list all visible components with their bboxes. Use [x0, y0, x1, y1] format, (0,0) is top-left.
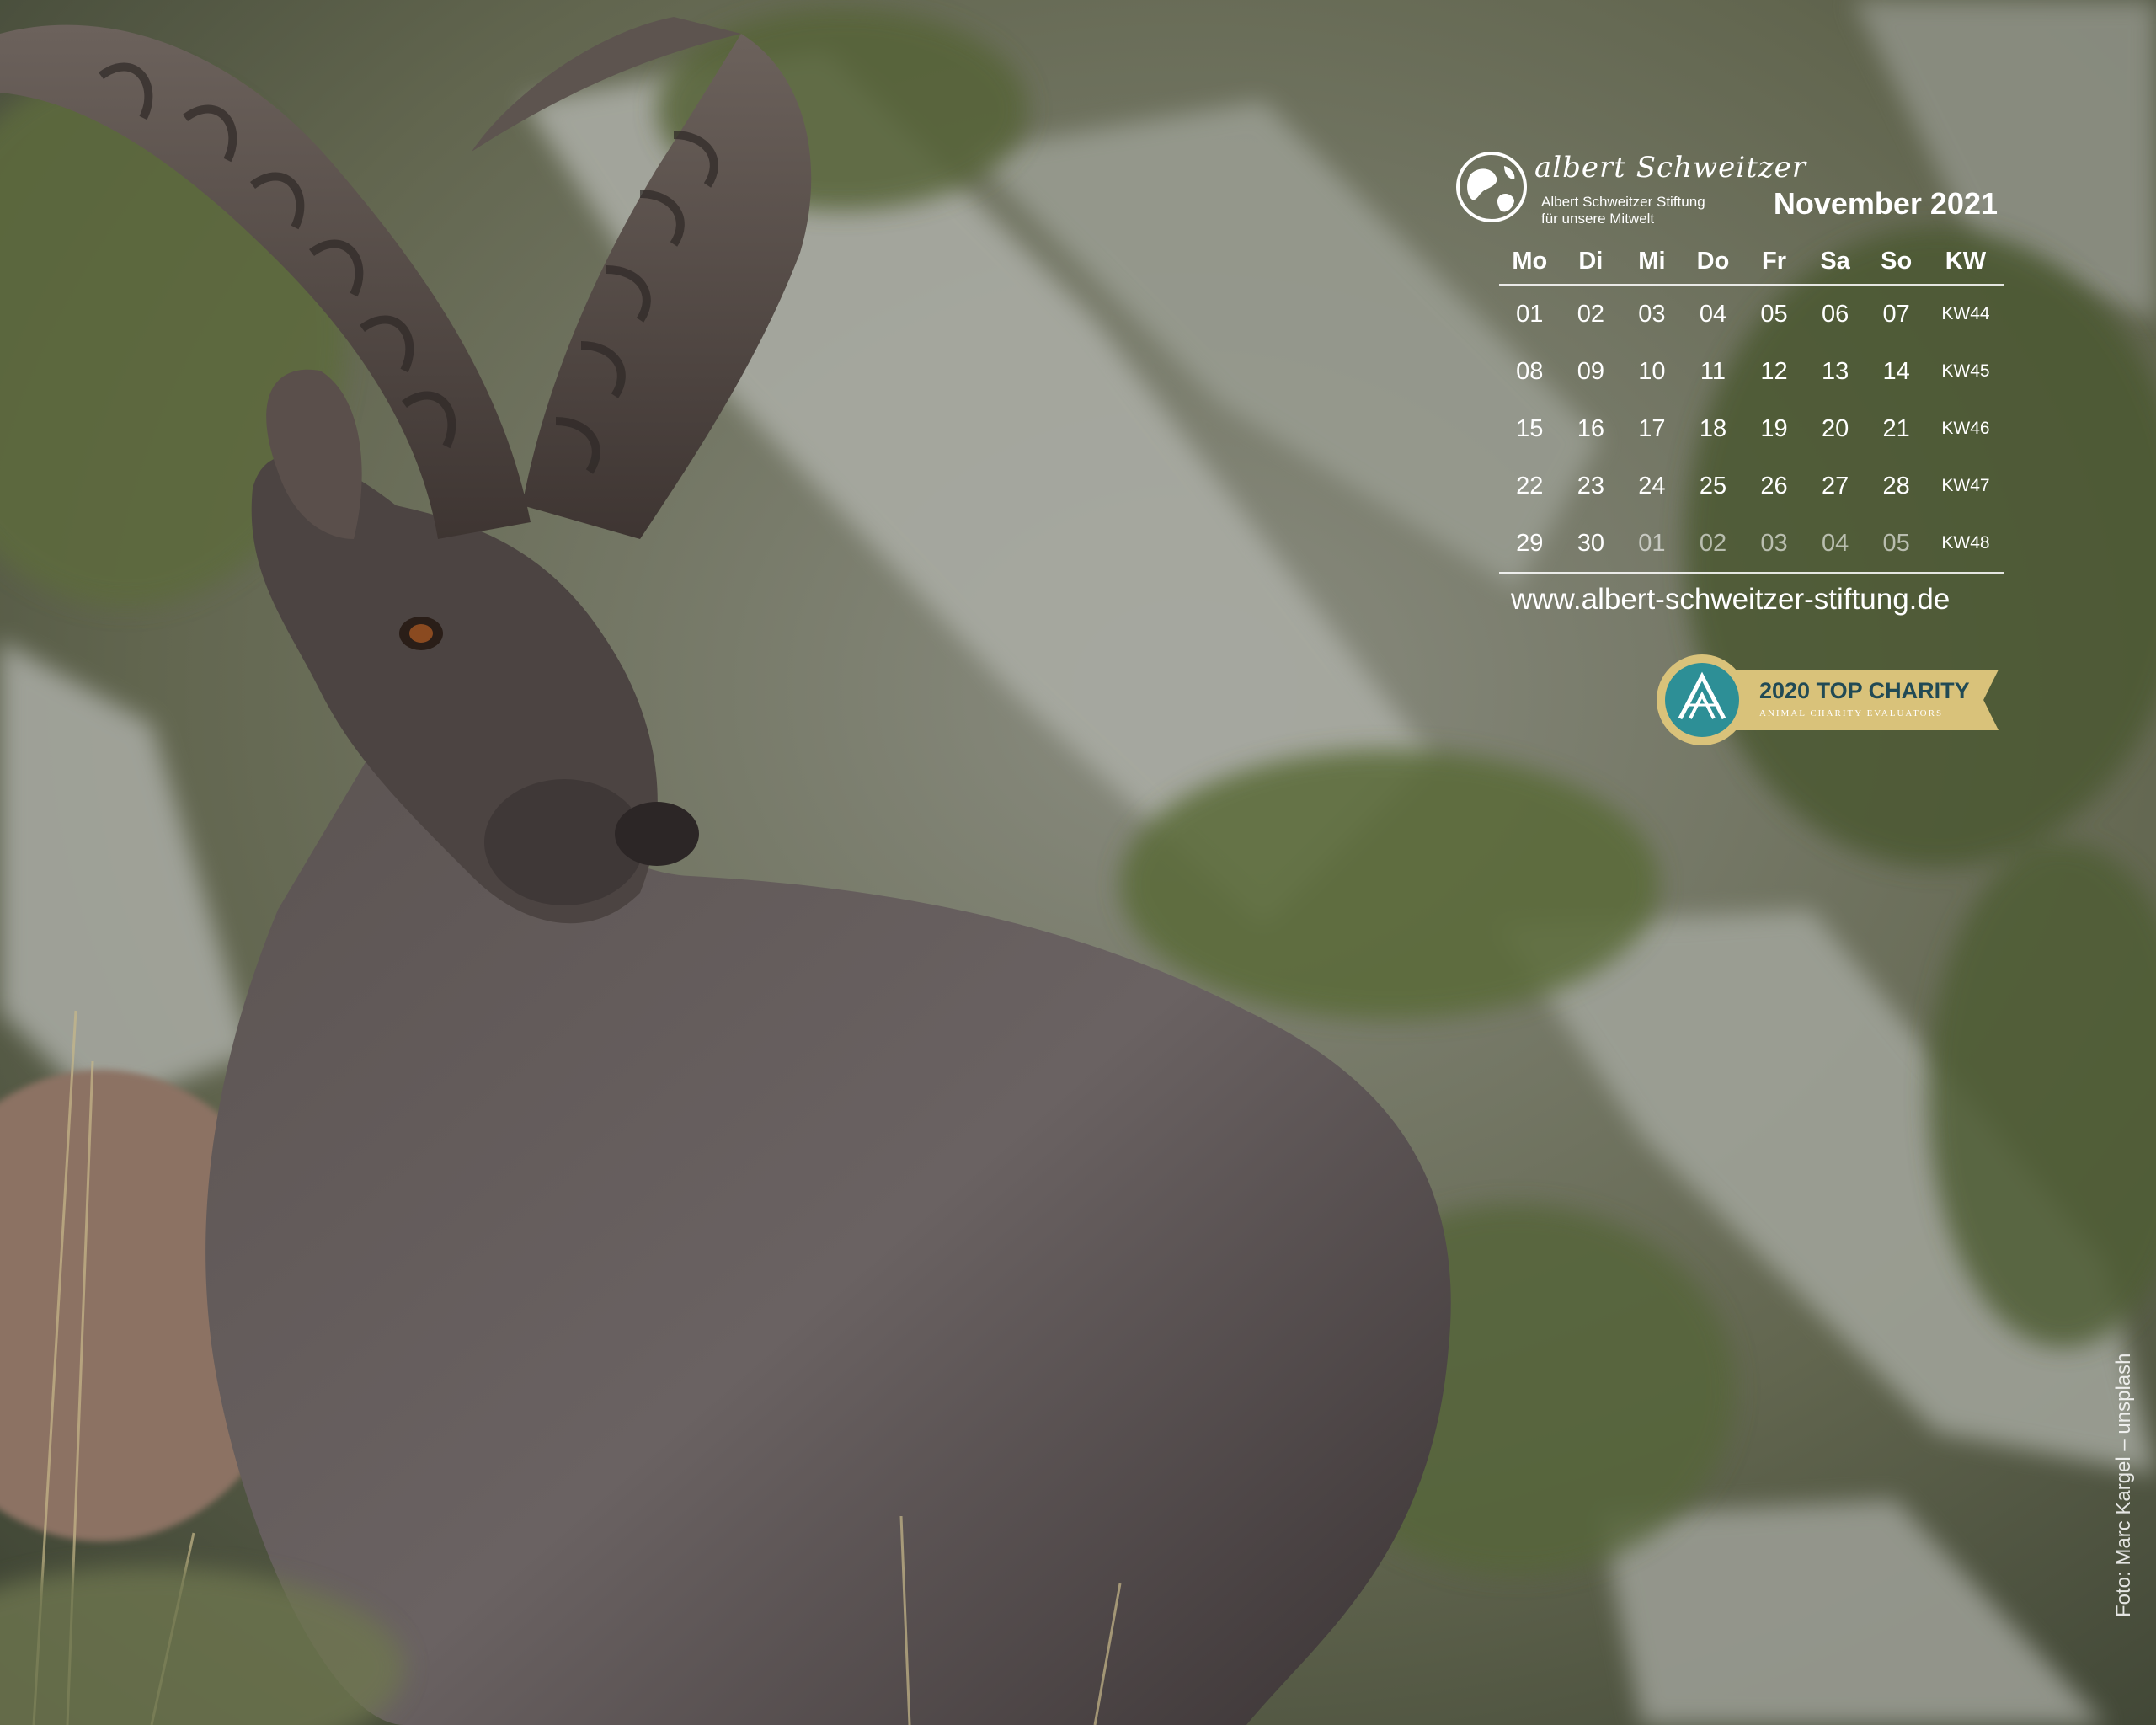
calendar-day: 07 — [1882, 300, 1910, 328]
calendar-grid: Mo Di Mi Do Fr Sa So KW 01 02 03 04 05 06 07 KW… — [1499, 238, 2004, 574]
badge-title: 2020 TOP CHARITY — [1759, 678, 1970, 703]
globe-icon — [1456, 152, 1527, 222]
calendar-week-row: 01 02 03 04 05 06 07 KW44 — [1499, 285, 2004, 343]
calendar-day: 12 — [1760, 357, 1788, 385]
calendar-day: 06 — [1821, 300, 1849, 328]
calendar-day: 10 — [1638, 357, 1666, 385]
desktop-wallpaper: albert Schweitzer Albert Schweitzer Stif… — [0, 0, 2156, 1725]
ace-logo-icon — [1657, 654, 1748, 745]
logo-tagline-text: für unsere Mitwelt — [1541, 211, 1655, 227]
badge-subtitle: ANIMAL CHARITY EVALUATORS — [1759, 708, 1944, 718]
month-title: November 2021 — [1773, 186, 1998, 221]
calendar-day: 17 — [1638, 414, 1666, 442]
calendar-day: 08 — [1516, 357, 1544, 385]
calendar-day: 30 — [1560, 515, 1622, 574]
calendar-day: 01 — [1516, 300, 1544, 328]
calendar-day: 21 — [1882, 414, 1910, 442]
top-charity-badge: 2020 TOP CHARITY ANIMAL CHARITY EVALUATO… — [1655, 653, 2009, 750]
calendar-day: 16 — [1577, 414, 1604, 442]
weekday-header: Do — [1682, 238, 1744, 286]
calendar-day: 09 — [1577, 357, 1604, 385]
weekday-header: Fr — [1743, 238, 1805, 286]
weekday-header: Sa — [1804, 238, 1866, 286]
calendar-day: 27 — [1821, 472, 1849, 499]
calendar-day: 05 — [1760, 300, 1788, 328]
week-number: KW45 — [1941, 361, 1990, 381]
week-number: KW48 — [1926, 515, 2004, 574]
calendar-day: 02 — [1577, 300, 1604, 328]
calendar-day: 04 — [1699, 300, 1727, 328]
calendar-day: 22 — [1516, 472, 1544, 499]
calendar-week-row: 29 30 01 02 03 04 05 KW48 — [1499, 515, 2004, 574]
weekday-header: Di — [1560, 238, 1622, 286]
calendar-day: 19 — [1760, 414, 1788, 442]
week-number: KW46 — [1941, 419, 1990, 438]
week-number-header: KW — [1926, 238, 2004, 286]
calendar-day: 04 — [1804, 515, 1866, 574]
calendar-day: 28 — [1882, 472, 1910, 499]
calendar-day: 14 — [1882, 357, 1910, 385]
calendar-day: 11 — [1700, 357, 1726, 385]
calendar-day: 23 — [1577, 472, 1604, 499]
calendar-day: 02 — [1682, 515, 1744, 574]
calendar-day: 05 — [1865, 515, 1927, 574]
calendar-day: 18 — [1699, 414, 1727, 442]
calendar-week-row: 08 09 10 11 12 13 14 KW45 — [1499, 343, 2004, 400]
calendar-day: 29 — [1499, 515, 1561, 574]
foundation-logo: albert Schweitzer Albert Schweitzer Stif… — [1454, 149, 1806, 227]
week-number: KW44 — [1941, 304, 1990, 323]
photo-credit: Foto: Marc Kargel – unsplash — [2112, 1353, 2135, 1618]
calendar-day: 24 — [1638, 472, 1666, 499]
calendar-day: 25 — [1699, 472, 1727, 499]
calendar-day: 15 — [1516, 414, 1544, 442]
calendar-day: 03 — [1638, 300, 1666, 328]
calendar-day: 20 — [1821, 414, 1849, 442]
calendar-day: 13 — [1821, 357, 1849, 385]
weekday-header: So — [1865, 238, 1927, 286]
logo-name-text: Albert Schweitzer Stiftung — [1541, 194, 1705, 210]
week-number: KW47 — [1941, 476, 1990, 495]
weekday-header: Mi — [1621, 238, 1683, 286]
logo-script-text: albert Schweitzer — [1534, 151, 1807, 184]
weekday-header: Mo — [1499, 238, 1561, 286]
calendar-week-row: 22 23 24 25 26 27 28 KW47 — [1499, 457, 2004, 515]
calendar-day: 26 — [1760, 472, 1788, 499]
calendar-week-row: 15 16 17 18 19 20 21 KW46 — [1499, 400, 2004, 457]
weekday-header-row: Mo Di Mi Do Fr Sa So KW — [1499, 238, 2004, 286]
calendar-day: 01 — [1621, 515, 1683, 574]
calendar-day: 03 — [1743, 515, 1805, 574]
website-url: www.albert-schweitzer-stiftung.de — [1511, 583, 1951, 616]
